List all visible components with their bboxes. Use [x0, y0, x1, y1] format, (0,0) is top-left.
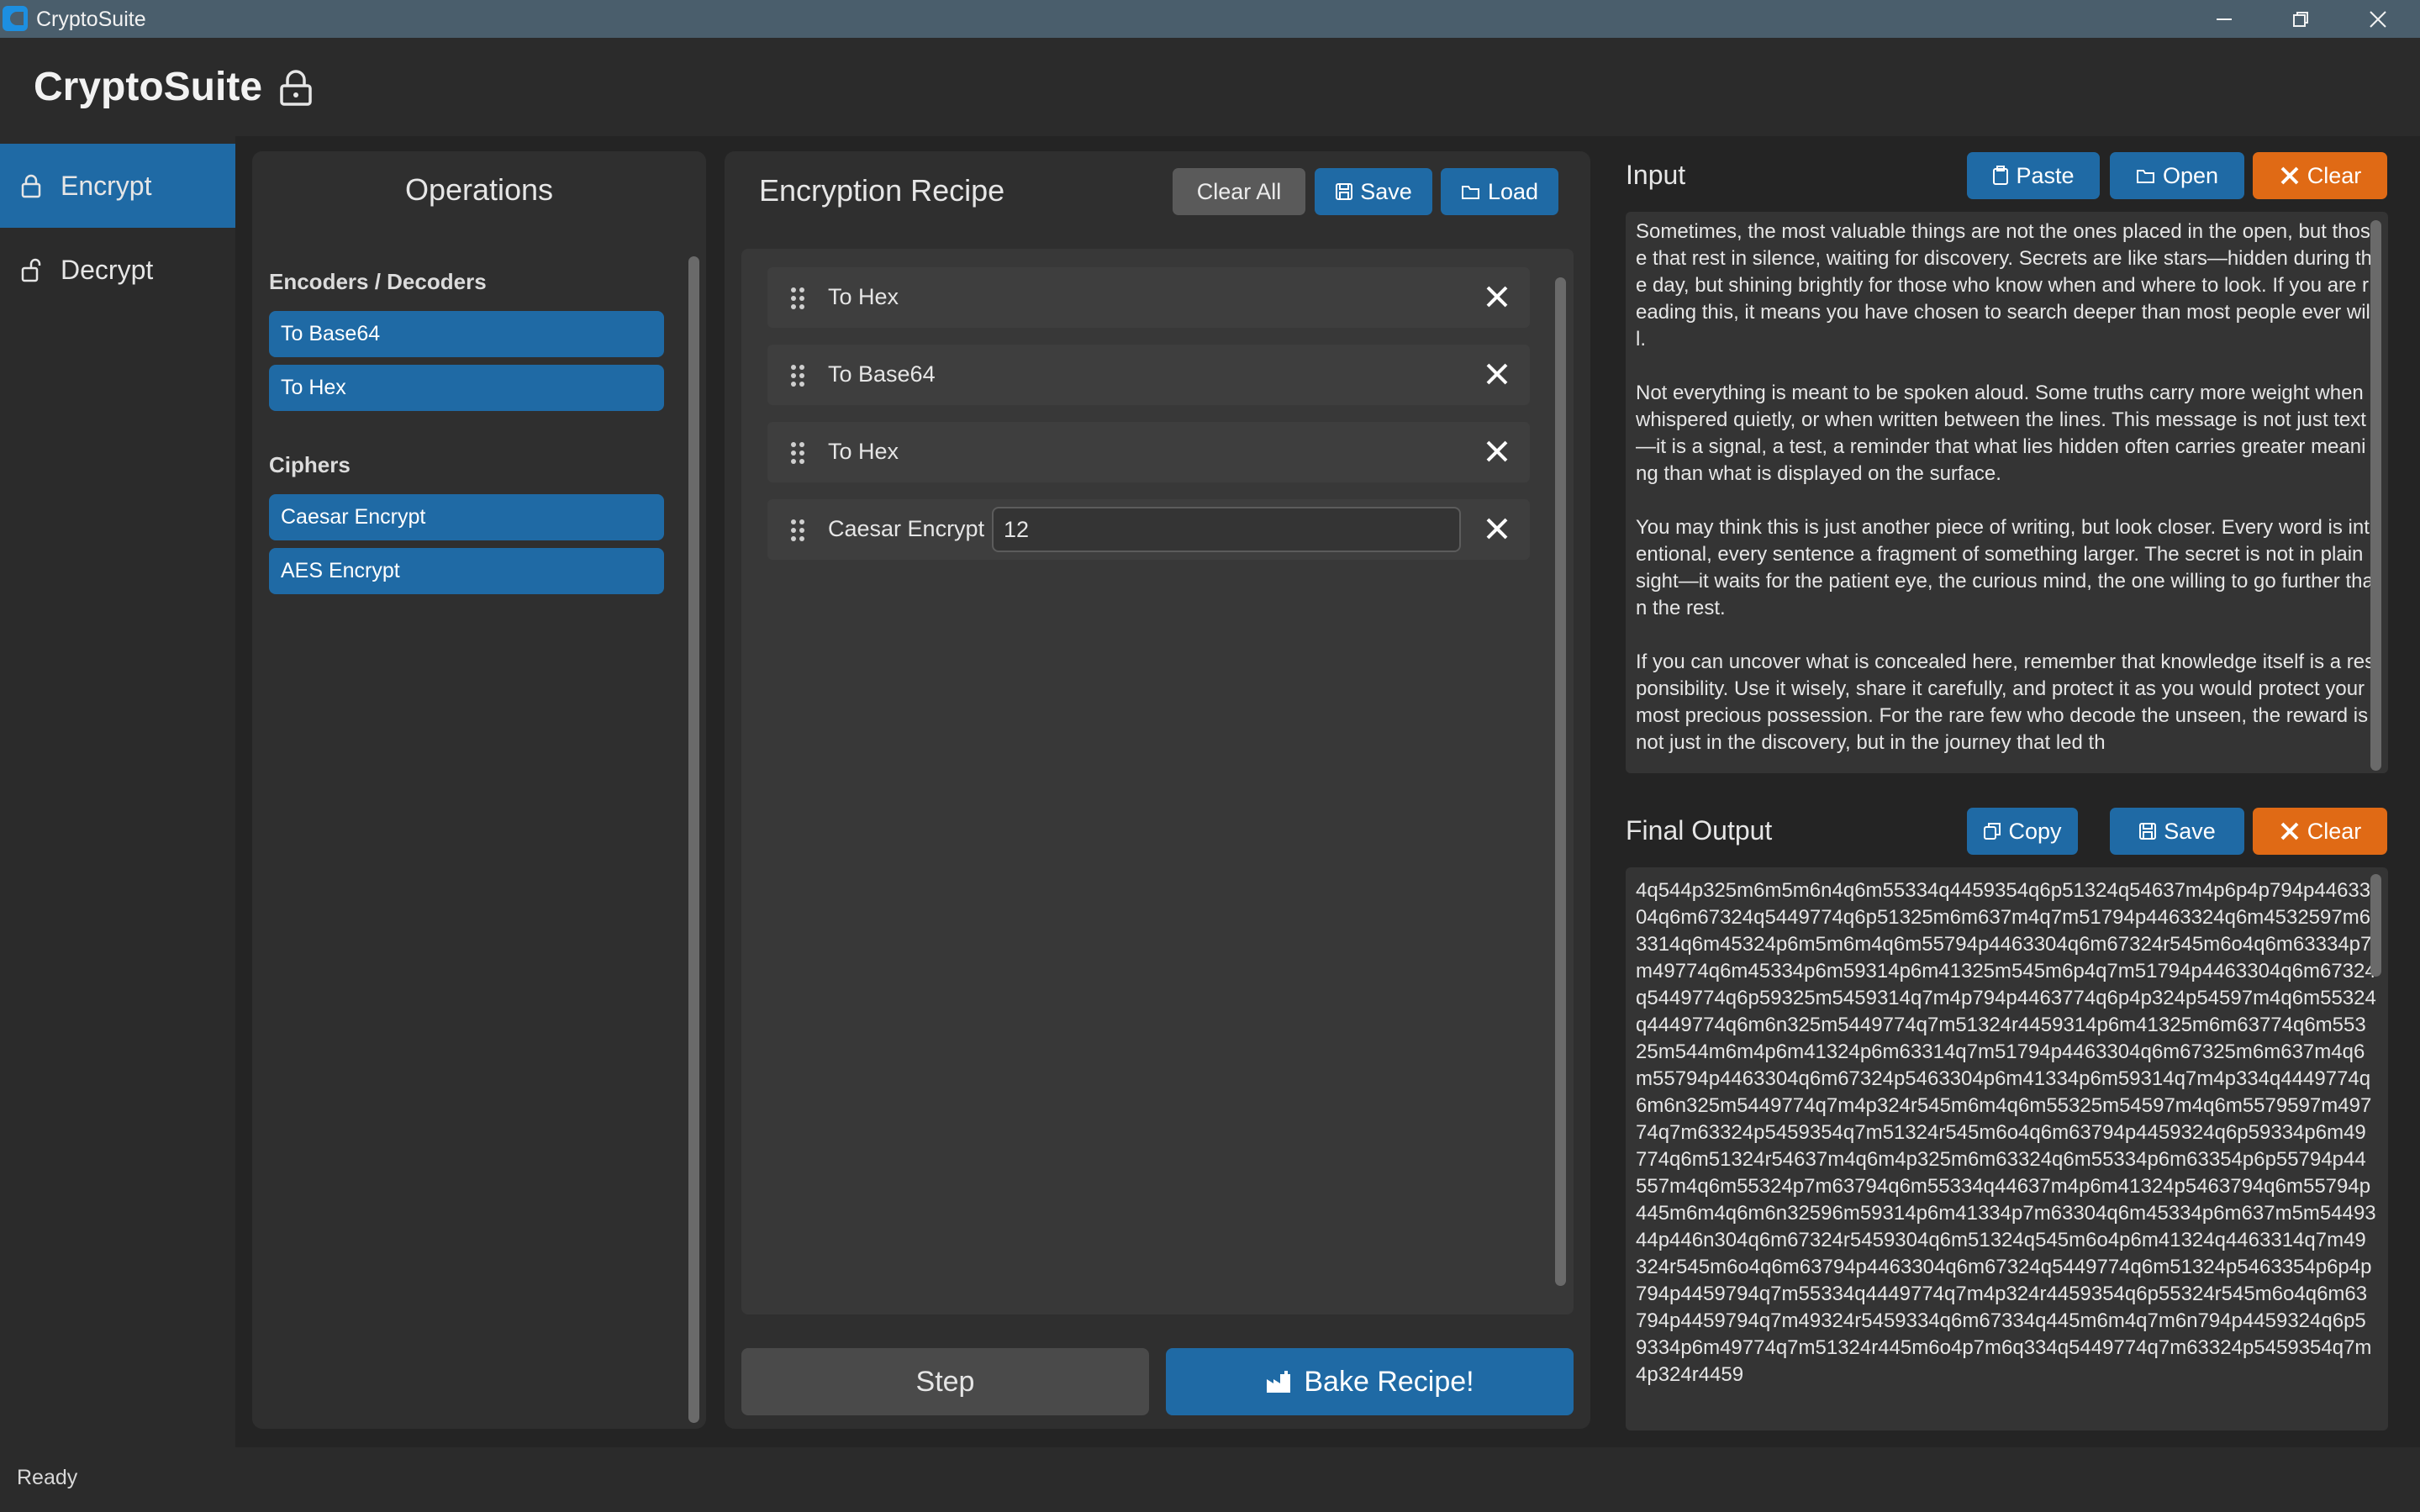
recipe-step-label: Caesar Encrypt: [828, 516, 985, 541]
sidebar-item-label: Decrypt: [61, 254, 154, 285]
recipe-step[interactable]: To Hex: [767, 267, 1530, 328]
output-title: Final Output: [1626, 815, 1773, 846]
clear-all-label: Clear All: [1196, 178, 1282, 204]
recipe-save-label: Save: [1360, 178, 1412, 204]
input-textarea[interactable]: Sometimes, the most valuable things are …: [1626, 212, 2388, 773]
status-bar: [0, 1447, 2420, 1512]
output-save-button[interactable]: Save: [2110, 808, 2244, 855]
recipe-step-label: To Base64: [828, 361, 936, 387]
drag-handle-icon[interactable]: [789, 364, 806, 387]
sidebar-item-decrypt[interactable]: Decrypt: [0, 228, 235, 312]
folder-open-icon: [2136, 170, 2154, 183]
paste-button[interactable]: Paste: [1967, 152, 2100, 199]
step-button[interactable]: Step: [741, 1348, 1149, 1415]
save-icon: [2139, 823, 2157, 840]
recipe-scrollbar[interactable]: [1555, 277, 1566, 1286]
recipe-steps-list: [741, 249, 1574, 1314]
drag-handle-icon[interactable]: [789, 519, 806, 542]
recipe-step-label: To Hex: [828, 439, 899, 464]
sidebar-item-label: Encrypt: [61, 170, 152, 201]
output-clear-button[interactable]: Clear: [2253, 808, 2387, 855]
clear-x-icon: [2280, 166, 2299, 185]
clear-all-button[interactable]: Clear All: [1173, 168, 1305, 215]
unlock-icon: [21, 258, 41, 282]
category-encoders-decoders: Encoders / Decoders: [269, 269, 487, 294]
open-file-button[interactable]: Open: [2110, 152, 2244, 199]
window-close-button[interactable]: [2340, 0, 2416, 38]
input-clear-label: Clear: [2307, 162, 2362, 188]
app-header: [0, 38, 2420, 136]
lock-icon: [21, 174, 41, 198]
factory-icon: [1267, 1371, 1291, 1393]
bake-recipe-button[interactable]: Bake Recipe!: [1166, 1348, 1574, 1415]
recipe-title: Encryption Recipe: [759, 173, 1005, 208]
sidebar: [0, 136, 235, 1447]
recipe-load-button[interactable]: Load: [1441, 168, 1558, 215]
folder-open-icon: [1461, 186, 1479, 199]
remove-step-icon[interactable]: [1483, 514, 1511, 543]
output-clear-label: Clear: [2307, 818, 2362, 844]
window-title: CryptoSuite: [36, 8, 146, 31]
clear-x-icon: [2280, 822, 2299, 840]
restore-button[interactable]: [2263, 0, 2338, 38]
copy-button[interactable]: Copy: [1967, 808, 2078, 855]
op-to-base64-button[interactable]: To Base64: [269, 311, 664, 357]
step-label: Step: [915, 1365, 975, 1398]
op-to-hex-button[interactable]: To Hex: [269, 365, 664, 411]
op-aes-encrypt-button[interactable]: AES Encrypt: [269, 548, 664, 594]
output-save-label: Save: [2164, 818, 2216, 844]
recipe-save-button[interactable]: Save: [1315, 168, 1432, 215]
category-ciphers: Ciphers: [269, 452, 351, 477]
minimize-button[interactable]: [2186, 0, 2262, 38]
open-label: Open: [2162, 162, 2219, 188]
app-logo-icon: [3, 6, 28, 31]
remove-step-icon[interactable]: [1483, 437, 1511, 466]
window-titlebar: [0, 0, 2420, 38]
recipe-step[interactable]: To Base64: [767, 345, 1530, 405]
remove-step-icon[interactable]: [1483, 282, 1511, 311]
input-clear-button[interactable]: Clear: [2253, 152, 2387, 199]
bake-recipe-label: Bake Recipe!: [1304, 1365, 1474, 1398]
drag-handle-icon[interactable]: [789, 441, 806, 465]
recipe-load-label: Load: [1487, 178, 1539, 204]
input-title: Input: [1626, 160, 1686, 190]
remove-step-icon[interactable]: [1483, 360, 1511, 388]
operations-title: Operations: [404, 172, 554, 207]
recipe-step-label: To Hex: [828, 284, 899, 309]
copy-icon: [1984, 823, 2001, 840]
sidebar-item-encrypt[interactable]: Encrypt: [0, 144, 235, 228]
op-caesar-encrypt-button[interactable]: Caesar Encrypt: [269, 494, 664, 540]
operations-scrollbar[interactable]: [688, 256, 699, 1423]
paste-label: Paste: [2016, 162, 2075, 188]
save-icon: [1336, 183, 1353, 200]
status-text: Ready: [17, 1466, 78, 1489]
output-scrollbar[interactable]: [2370, 874, 2381, 977]
input-scrollbar[interactable]: [2370, 220, 2381, 771]
lock-icon: [277, 69, 314, 108]
output-textarea[interactable]: 4q544p325m6m5m6n4q6m55334q4459354q6p5132…: [1626, 867, 2388, 1430]
drag-handle-icon[interactable]: [789, 287, 806, 310]
caesar-shift-input[interactable]: [992, 507, 1461, 552]
close-icon: [2370, 10, 2386, 28]
restore-icon: [2293, 11, 2308, 27]
app-title: CryptoSuite: [34, 65, 263, 109]
copy-label: Copy: [2008, 818, 2062, 844]
recipe-step[interactable]: To Hex: [767, 422, 1530, 482]
minimize-icon: [2217, 18, 2232, 20]
clipboard-icon: [1993, 166, 2009, 185]
